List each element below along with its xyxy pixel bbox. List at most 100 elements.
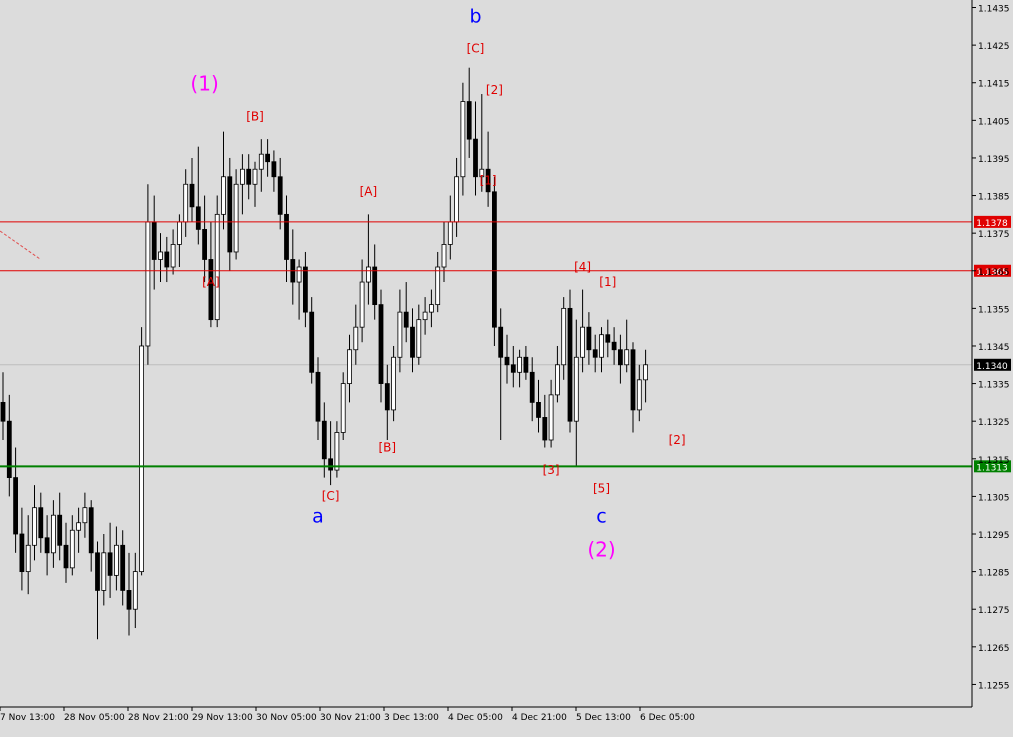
- wave-label: a: [312, 506, 324, 528]
- price-lines-layer: 1.13781.13651.1313: [0, 215, 1011, 473]
- wave-label: [3]: [543, 463, 560, 477]
- candle-body: [63, 544, 69, 569]
- candle-body: [246, 168, 252, 185]
- wave-label: (2): [587, 538, 615, 562]
- candle-body: [32, 507, 37, 546]
- candle-body: [643, 364, 648, 381]
- candle-body: [107, 552, 113, 576]
- candle-body: [164, 251, 170, 268]
- candle-body: [195, 206, 201, 230]
- candle-body: [441, 244, 447, 268]
- candle-body: [605, 334, 611, 343]
- wave-label: b: [469, 6, 481, 28]
- chart-canvas[interactable]: 1.13781.13651.1313 (1)b[C][2][1][B][A][A…: [0, 0, 1013, 733]
- candle-body: [302, 266, 308, 313]
- candle-body: [416, 319, 422, 358]
- x-tick-label: 5 Dec 13:00: [576, 713, 631, 723]
- candle-body: [221, 176, 226, 215]
- candle-body: [473, 138, 478, 178]
- candle-body: [233, 183, 239, 253]
- y-tick-label: 1.1315: [978, 456, 1010, 466]
- candle-body: [397, 311, 403, 358]
- x-tick-label: 30 Nov 05:00: [256, 713, 317, 723]
- candle-body: [447, 221, 453, 245]
- candle-body: [567, 307, 573, 422]
- y-tick-label: 1.1425: [978, 42, 1010, 52]
- candle-body: [6, 420, 12, 479]
- candle-body: [202, 228, 208, 260]
- candle-body: [126, 590, 132, 610]
- candle-body: [51, 514, 56, 554]
- candle-body: [258, 153, 264, 170]
- wave-label: [C]: [322, 489, 340, 503]
- candle-body: [611, 341, 617, 351]
- wave-label: [2]: [486, 83, 503, 97]
- candle-body: [466, 101, 472, 140]
- candle-body: [271, 161, 277, 178]
- candle-body: [580, 326, 585, 358]
- candle-body: [321, 420, 327, 460]
- candle-body: [0, 401, 6, 422]
- candle-body: [277, 176, 283, 215]
- wave-label: c: [596, 506, 606, 528]
- candle-body: [592, 349, 598, 358]
- candle-body: [208, 259, 214, 321]
- candle-body: [145, 221, 151, 347]
- x-tick-label: 7 Nov 13:00: [0, 713, 55, 723]
- candle-body: [139, 345, 145, 573]
- candle-body: [347, 349, 352, 384]
- y-tick-label: 1.1325: [978, 418, 1010, 428]
- candle-body: [183, 183, 189, 223]
- x-tick-label: 4 Dec 21:00: [512, 713, 567, 723]
- candle-body: [13, 477, 19, 535]
- candle-body: [296, 266, 302, 283]
- candle-body: [378, 304, 384, 384]
- candle-body: [69, 529, 75, 569]
- wave-label: (1): [190, 71, 218, 95]
- candle-body: [189, 183, 195, 208]
- candle-body: [227, 176, 233, 253]
- y-tick-label: 1.1345: [978, 343, 1010, 353]
- y-tick-label: 1.1415: [978, 80, 1010, 90]
- x-tick-label: 4 Dec 05:00: [448, 713, 503, 723]
- candle-body: [38, 507, 44, 539]
- wave-label: [B]: [246, 109, 264, 123]
- candle-body: [410, 326, 415, 358]
- y-tick-label: 1.1395: [978, 155, 1010, 165]
- wave-label: [4]: [574, 260, 591, 274]
- candle-body: [618, 349, 623, 366]
- wave-label: [A]: [360, 185, 378, 199]
- candle-body: [25, 544, 31, 573]
- candle-body: [548, 394, 554, 441]
- current-price-label: 1.1340: [976, 362, 1008, 372]
- candle-body: [586, 326, 592, 351]
- candle-body: [328, 458, 334, 471]
- y-tick-label: 1.1285: [978, 569, 1010, 579]
- candle-body: [120, 544, 126, 591]
- y-tick-label: 1.1365: [978, 268, 1010, 278]
- x-tick-label: 28 Nov 05:00: [64, 713, 125, 723]
- price-chart[interactable]: 1.1378 1.1365 1.1313 (1) b [C] [2] [1] [B] [A] [A…: [0, 0, 1013, 733]
- candle-body: [76, 522, 81, 531]
- candle-body: [428, 304, 434, 313]
- candle-body: [359, 281, 365, 328]
- candle-body: [44, 537, 50, 554]
- candle-body: [517, 356, 522, 373]
- candle-body: [460, 101, 466, 178]
- y-tick-label: 1.1405: [978, 117, 1010, 127]
- y-tick-label: 1.1255: [978, 681, 1010, 691]
- candle-body: [491, 191, 497, 328]
- candle-body: [384, 383, 390, 411]
- candle-body: [353, 326, 359, 351]
- candle-body: [158, 251, 163, 260]
- y-tick-label: 1.1375: [978, 230, 1010, 240]
- candle-body: [510, 364, 516, 373]
- y-tick-label: 1.1355: [978, 305, 1010, 315]
- x-tick-label: 28 Nov 21:00: [128, 713, 189, 723]
- candle-body: [636, 379, 642, 411]
- candle-body: [403, 311, 409, 328]
- x-tick-label: 6 Dec 05:00: [640, 713, 695, 723]
- candle-body: [561, 307, 567, 366]
- candle-body: [252, 168, 258, 185]
- wave-label: [1]: [480, 173, 497, 187]
